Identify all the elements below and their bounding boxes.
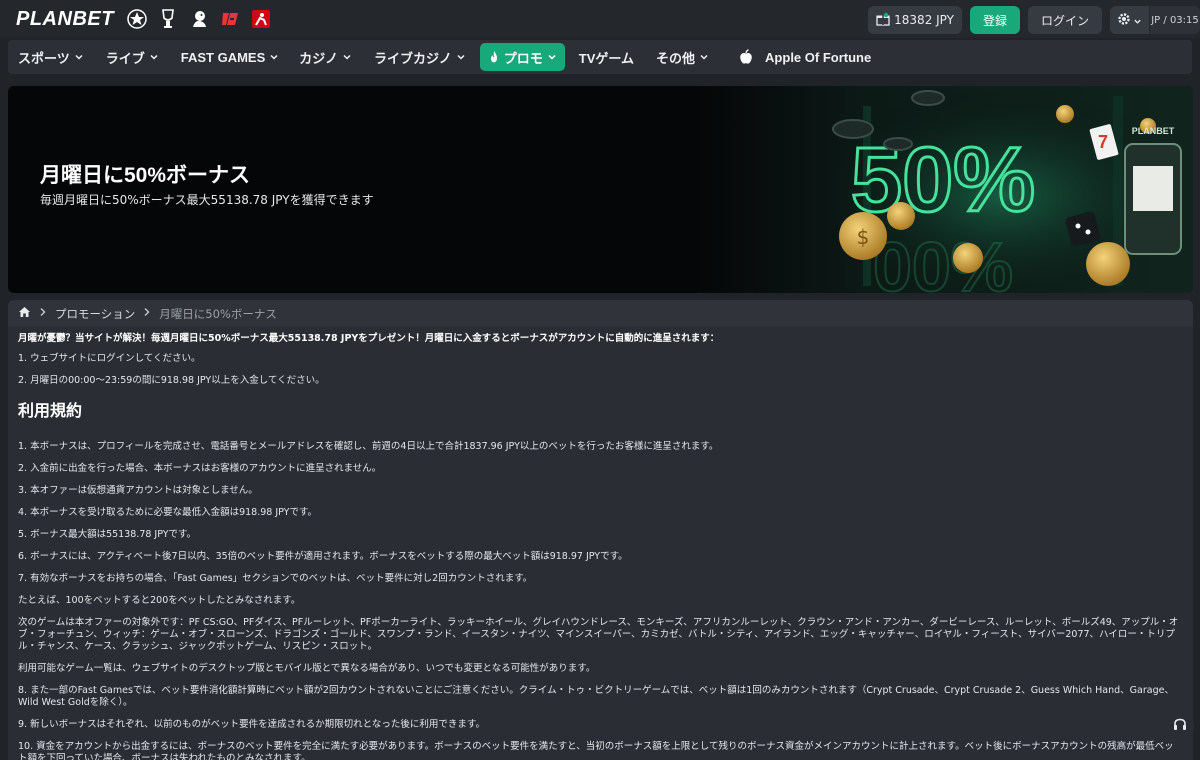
nav-apple-of-fortune[interactable]: Apple Of Fortune <box>731 43 879 71</box>
nav-live-casino[interactable]: ライブカジノ <box>366 43 474 71</box>
chevron-down-icon <box>150 54 158 60</box>
terms-item: 6. ボーナスには、アクティベート後7日以内、35倍のベット要件が適用されます。… <box>18 551 628 562</box>
promo-lead: 月曜が憂鬱？当サイトが解決！毎週月曜日に50%ボーナス最大55138.78 JP… <box>18 333 720 344</box>
nav-more[interactable]: その他 <box>648 43 717 71</box>
svg-text:7: 7 <box>1098 132 1108 152</box>
gift-icon <box>876 12 890 29</box>
register-button[interactable]: 登録 <box>970 6 1020 34</box>
promo-step: 2. 月曜日の00:00～23:59の間に918.98 JPY以上を入金してくだ… <box>18 375 325 386</box>
terms-item: 7. 有効なボーナスをお持ちの場合、「Fast Games」セクションでのベット… <box>18 573 533 584</box>
account-controls: 18382 JPY 登録 ログイン JP / 03:15 <box>868 6 1200 34</box>
flame-icon <box>490 51 497 63</box>
nav-label: カジノ <box>299 50 339 66</box>
premier-league-icon[interactable] <box>188 8 210 30</box>
breadcrumb-current: 月曜日に50%ボーナス <box>159 306 277 321</box>
terms-item: 2. 入金前に出金を行った場合、本ボーナスはお客様のアカウントに進呈されません。 <box>18 463 382 474</box>
promo-banner: 月曜日に50%ボーナス 毎週月曜日に50%ボーナス最大55138.78 JPYを… <box>8 86 1193 293</box>
chevron-down-icon <box>548 54 556 60</box>
svg-text:00%: 00% <box>873 228 1013 293</box>
nav-label: FAST GAMES <box>180 49 266 65</box>
league-shortcuts <box>126 8 272 30</box>
balance-button[interactable]: 18382 JPY <box>868 6 962 34</box>
banner-percent-text: 50% <box>851 129 1035 231</box>
banner-brand-text: PLANBET <box>1132 126 1175 136</box>
settings-button[interactable] <box>1110 6 1149 34</box>
laliga-icon[interactable] <box>219 8 241 30</box>
chevron-down-icon <box>457 54 465 60</box>
chevron-down-icon <box>75 54 83 60</box>
chevron-right-icon <box>143 307 151 320</box>
top-bar: PLANBET 18382 JPY 登録 ログイン JP / 03:15 <box>0 0 1200 38</box>
terms-item: 8. また一部のFast Gamesでは、ベット要件消化額計算時にベット額が2回… <box>18 685 1174 708</box>
home-icon[interactable] <box>18 306 31 321</box>
nav-label: プロモ <box>503 50 543 66</box>
main-nav: スポーツ ライブ FAST GAMES カジノ ライブカジノ プロモ TVゲーム… <box>8 40 1192 74</box>
chevron-down-icon <box>1133 11 1142 30</box>
breadcrumb-promotions-link[interactable]: プロモーション <box>55 306 135 322</box>
support-chat-button[interactable] <box>1166 713 1194 741</box>
banner-subtitle: 毎週月曜日に50%ボーナス最大55138.78 JPYを獲得できます <box>40 193 374 207</box>
chevron-down-icon <box>270 54 278 60</box>
nav-sports[interactable]: スポーツ <box>10 43 92 71</box>
chevron-down-icon <box>343 54 351 60</box>
nav-fast-games[interactable]: FAST GAMES <box>173 43 288 71</box>
nav-label: ライブカジノ <box>374 50 452 66</box>
chevron-right-icon <box>39 307 47 320</box>
terms-item: 5. ボーナス最大額は55138.78 JPYです。 <box>18 529 197 540</box>
banner-illustration: 50% 00% $ PLANBET 7 <box>693 86 1193 293</box>
headset-icon <box>1172 717 1188 737</box>
promo-article: 月曜が憂鬱？当サイトが解決！毎週月曜日に50%ボーナス最大55138.78 JP… <box>8 327 1193 760</box>
svg-text:$: $ <box>857 225 870 249</box>
nav-live[interactable]: ライブ <box>98 43 167 71</box>
login-button[interactable]: ログイン <box>1028 6 1102 34</box>
site-logo[interactable]: PLANBET <box>16 8 114 31</box>
balance-amount: 18382 JPY <box>894 13 954 27</box>
nav-label: スポーツ <box>18 50 70 66</box>
nav-label: Apple Of Fortune <box>765 49 872 65</box>
terms-item: 10. 資金をアカウントから出金するには、ボーナスのベット要件を完全に満たす必要… <box>18 741 1174 760</box>
nav-promo[interactable]: プロモ <box>479 43 565 71</box>
nav-casino[interactable]: カジノ <box>291 43 360 71</box>
terms-item: 利用可能なゲーム一覧は、ウェブサイトのデスクトップ版とモバイル版とで異なる場合が… <box>18 663 596 674</box>
bundesliga-icon[interactable] <box>250 8 272 30</box>
terms-item: たとえば、100をベットすると200をベットしたとみなされます。 <box>18 595 301 606</box>
europa-league-icon[interactable] <box>157 8 179 30</box>
nav-tv-games[interactable]: TVゲーム <box>571 43 642 71</box>
promo-step: 1. ウェブサイトにログインしてください。 <box>18 353 201 364</box>
gear-icon <box>1117 11 1131 30</box>
terms-item: 9. 新しいボーナスはそれぞれ、以前のものがベット要件を達成されるか期限切れとな… <box>18 719 485 730</box>
terms-heading: 利用規約 <box>18 403 83 420</box>
locale-time-button[interactable]: JP / 03:15 <box>1150 6 1200 34</box>
nav-label: その他 <box>656 50 696 66</box>
nav-label: TVゲーム <box>578 50 635 66</box>
breadcrumb: プロモーション 月曜日に50%ボーナス <box>8 300 1193 327</box>
promo-content: プロモーション 月曜日に50%ボーナス 月曜が憂鬱？当サイトが解決！毎週月曜日に… <box>8 300 1193 760</box>
chevron-down-icon <box>700 54 708 60</box>
terms-item: 次のゲームは本オファーの対象外です：PF CS:GO、PFダイス、PFルーレット… <box>18 617 1179 652</box>
champions-league-icon[interactable] <box>126 8 148 30</box>
apple-icon <box>740 49 752 64</box>
terms-item: 1. 本ボーナスは、プロフィールを完成させ、電話番号とメールアドレスを確認し、前… <box>18 441 719 452</box>
terms-item: 4. 本ボーナスを受け取るために必要な最低入金額は918.98 JPYです。 <box>18 507 318 518</box>
nav-label: ライブ <box>105 50 145 66</box>
terms-item: 3. 本オファーは仮想通貨アカウントは対象としません。 <box>18 485 258 496</box>
banner-title: 月曜日に50%ボーナス <box>40 164 251 187</box>
